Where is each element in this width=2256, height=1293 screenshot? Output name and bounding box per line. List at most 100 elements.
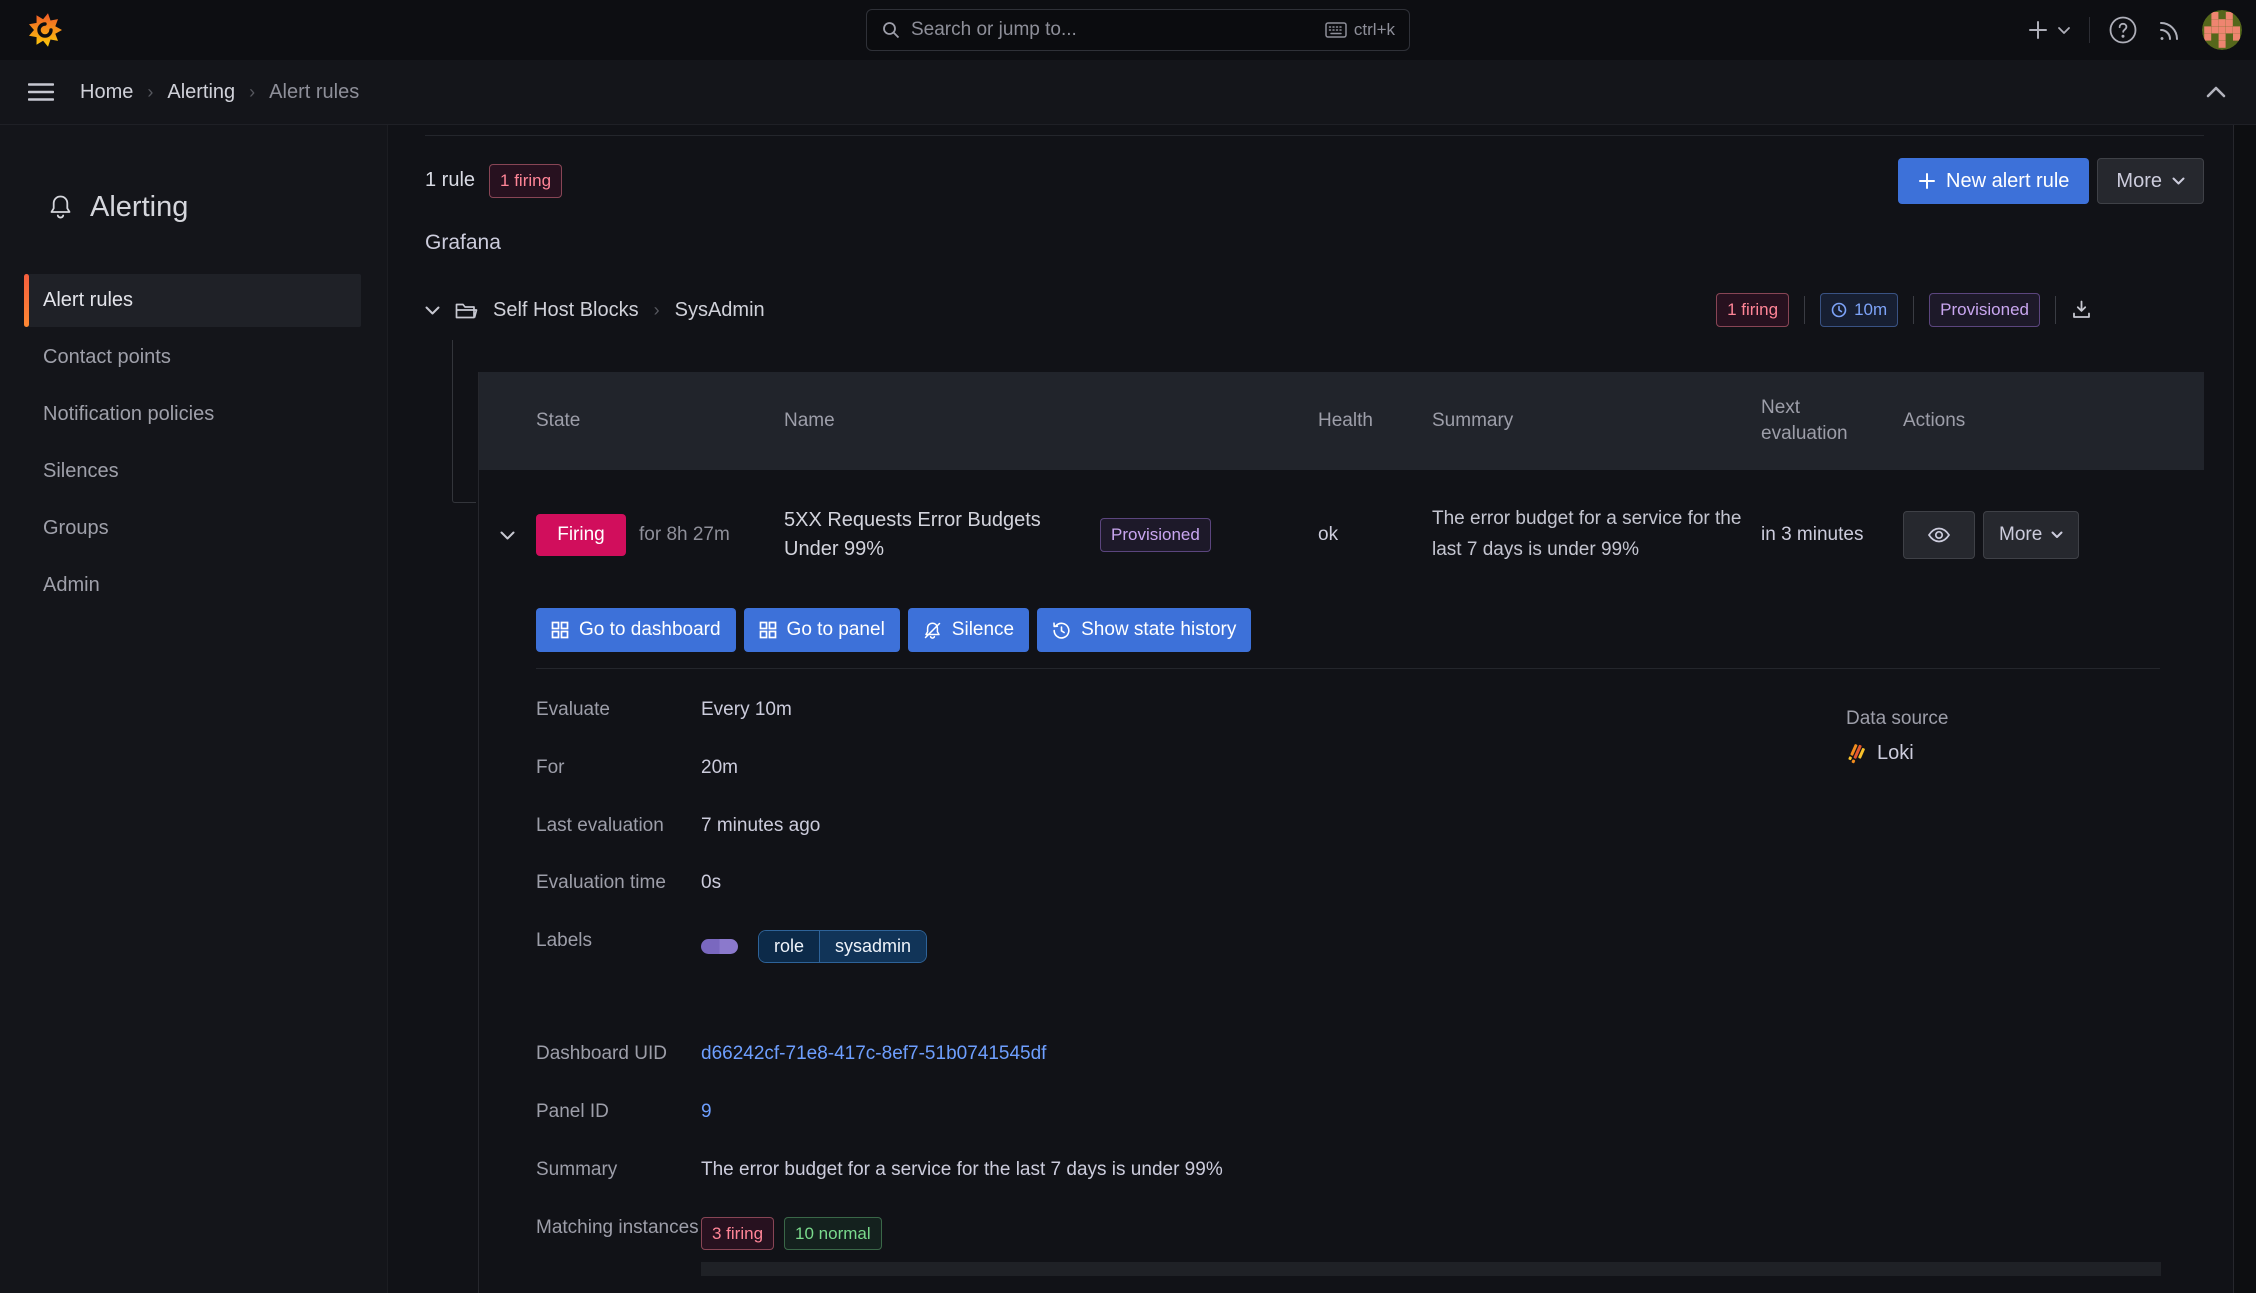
menu-toggle-icon[interactable] bbox=[28, 82, 54, 102]
help-icon[interactable] bbox=[2108, 15, 2138, 45]
sidebar-item-label: Groups bbox=[43, 517, 109, 539]
view-rule-button[interactable] bbox=[1903, 511, 1975, 559]
column-actions: Actions bbox=[1903, 410, 1966, 432]
search-box[interactable]: ctrl+k bbox=[866, 9, 1410, 51]
more-button[interactable]: More bbox=[2097, 158, 2204, 204]
tree-guide-line bbox=[452, 340, 476, 503]
row-collapse-icon[interactable] bbox=[479, 531, 536, 540]
search-icon bbox=[881, 20, 901, 40]
group-folder-link[interactable]: Self Host Blocks bbox=[493, 299, 639, 322]
sidebar-item-label: Notification policies bbox=[43, 403, 215, 425]
field-label: Evaluation time bbox=[536, 872, 666, 894]
annotation-fields: Dashboard UID d66242cf-71e8-417c-8ef7-51… bbox=[536, 1043, 2160, 1181]
plus-icon bbox=[1918, 172, 1936, 190]
matching-normal-badge: 10 normal bbox=[784, 1216, 882, 1251]
dashboard-uid-label: Dashboard UID bbox=[536, 1043, 667, 1065]
breadcrumb-separator: › bbox=[147, 81, 154, 102]
sidebar: Alerting Alert rules Contact points Noti… bbox=[0, 125, 388, 1293]
datasource-block: Data source Loki bbox=[1846, 708, 1948, 765]
datasource-label: Data source bbox=[1846, 708, 1949, 729]
dashboard-uid-link[interactable]: d66242cf-71e8-417c-8ef7-51b0741545df bbox=[701, 1043, 2160, 1065]
matching-instances-row: Matching instances 3 firing 10 normal bbox=[536, 1216, 2161, 1277]
label-color-pill bbox=[701, 939, 738, 955]
labels-label: Labels bbox=[536, 930, 592, 952]
group-collapse-icon[interactable] bbox=[425, 306, 440, 315]
topbar-actions bbox=[2027, 0, 2242, 60]
breadcrumb-alerting[interactable]: Alerting bbox=[167, 81, 235, 104]
go-to-dashboard-button[interactable]: Go to dashboard bbox=[536, 608, 736, 652]
field-label: Evaluate bbox=[536, 699, 610, 720]
row-more-button[interactable]: More bbox=[1983, 511, 2080, 559]
sidebar-item-label: Alert rules bbox=[43, 289, 134, 311]
export-icon[interactable] bbox=[2071, 299, 2092, 320]
column-next-evaluation: Next evaluation bbox=[1761, 397, 1848, 444]
silence-label: Silence bbox=[951, 619, 1015, 640]
keyboard-icon bbox=[1325, 22, 1347, 38]
apps-grid-icon bbox=[551, 621, 569, 639]
group-subfolder-link[interactable]: SysAdmin bbox=[675, 299, 765, 322]
breadcrumb-alert-rules: Alert rules bbox=[269, 80, 360, 103]
matching-firing-badge: 3 firing bbox=[701, 1216, 775, 1251]
folder-icon bbox=[455, 301, 478, 320]
instances-table-header-cutoff bbox=[701, 1262, 2161, 1277]
search-shortcut: ctrl+k bbox=[1325, 20, 1395, 40]
details-divider bbox=[536, 668, 2160, 669]
firing-duration: for 8h 27m bbox=[639, 524, 730, 545]
sidebar-item-alert-rules[interactable]: Alert rules bbox=[24, 274, 361, 327]
silence-button[interactable]: Silence bbox=[907, 608, 1030, 652]
go-to-panel-label: Go to panel bbox=[786, 619, 885, 640]
matching-instances-label: Matching instances bbox=[536, 1216, 699, 1238]
field-label: For bbox=[536, 756, 565, 778]
sidebar-item-admin[interactable]: Admin bbox=[24, 559, 361, 612]
add-menu-button[interactable] bbox=[2027, 19, 2071, 41]
namespace-heading: Grafana bbox=[425, 231, 501, 254]
topbar-divider bbox=[2089, 17, 2090, 43]
search-input[interactable] bbox=[911, 19, 1315, 41]
bell-icon bbox=[48, 194, 73, 221]
scrollbar-track[interactable] bbox=[2233, 125, 2256, 1293]
group-interval-label: 10m bbox=[1854, 300, 1888, 320]
user-avatar[interactable] bbox=[2202, 10, 2242, 50]
provisioned-badge: Provisioned bbox=[1100, 518, 1211, 552]
rules-table: State Name Health Summary Next evaluatio… bbox=[478, 372, 2204, 1293]
rule-name-link[interactable]: 5XX Requests Error Budgets Under 99% bbox=[784, 506, 1084, 564]
sidebar-nav: Alert rules Contact points Notification … bbox=[0, 274, 387, 612]
label-chip: role sysadmin bbox=[758, 930, 928, 964]
rule-count: 1 rule bbox=[425, 169, 476, 192]
sidebar-item-label: Admin bbox=[43, 574, 100, 596]
breadcrumb-separator: › bbox=[249, 81, 256, 102]
go-to-dashboard-label: Go to dashboard bbox=[579, 619, 721, 640]
grafana-logo-icon[interactable] bbox=[28, 13, 62, 47]
firing-count-badge: 1 firing bbox=[489, 164, 563, 198]
sidebar-title-alerting[interactable]: Alerting bbox=[48, 191, 387, 224]
rule-group-row: Self Host Blocks › SysAdmin 1 firing 10m… bbox=[425, 285, 2204, 335]
sidebar-item-silences[interactable]: Silences bbox=[24, 445, 361, 498]
column-health: Health bbox=[1318, 410, 1373, 432]
new-alert-rule-button[interactable]: New alert rule bbox=[1898, 158, 2090, 204]
sidebar-item-label: Silences bbox=[43, 460, 119, 482]
field-label: Last evaluation bbox=[536, 814, 664, 836]
collapse-header-icon[interactable] bbox=[2206, 86, 2226, 98]
rules-header-row: 1 rule 1 firing New alert rule More bbox=[425, 158, 2204, 204]
eye-icon bbox=[1927, 527, 1951, 543]
panel-id-link[interactable]: 9 bbox=[701, 1101, 2160, 1123]
table-row: Firing for 8h 27m 5XX Requests Error Bud… bbox=[479, 470, 2204, 600]
breadcrumb-home[interactable]: Home bbox=[80, 81, 133, 104]
sidebar-item-notification-policies[interactable]: Notification policies bbox=[24, 388, 361, 441]
datasource-name: Loki bbox=[1877, 742, 1914, 764]
field-value: 7 minutes ago bbox=[701, 814, 821, 836]
sidebar-item-contact-points[interactable]: Contact points bbox=[24, 331, 361, 384]
label-key: role bbox=[759, 931, 820, 963]
content-top-divider bbox=[425, 135, 2204, 136]
field-value: 0s bbox=[701, 872, 722, 894]
group-interval-badge: 10m bbox=[1820, 293, 1899, 327]
go-to-panel-button[interactable]: Go to panel bbox=[743, 608, 900, 652]
summary-label: Summary bbox=[536, 1158, 618, 1180]
breadcrumb: Home › Alerting › Alert rules bbox=[80, 81, 359, 104]
news-rss-icon[interactable] bbox=[2156, 16, 2184, 44]
apps-grid-icon bbox=[759, 621, 777, 639]
search-shortcut-label: ctrl+k bbox=[1353, 20, 1395, 39]
sidebar-item-groups[interactable]: Groups bbox=[24, 502, 361, 555]
show-state-history-button[interactable]: Show state history bbox=[1037, 608, 1252, 652]
show-state-history-label: Show state history bbox=[1081, 619, 1237, 640]
